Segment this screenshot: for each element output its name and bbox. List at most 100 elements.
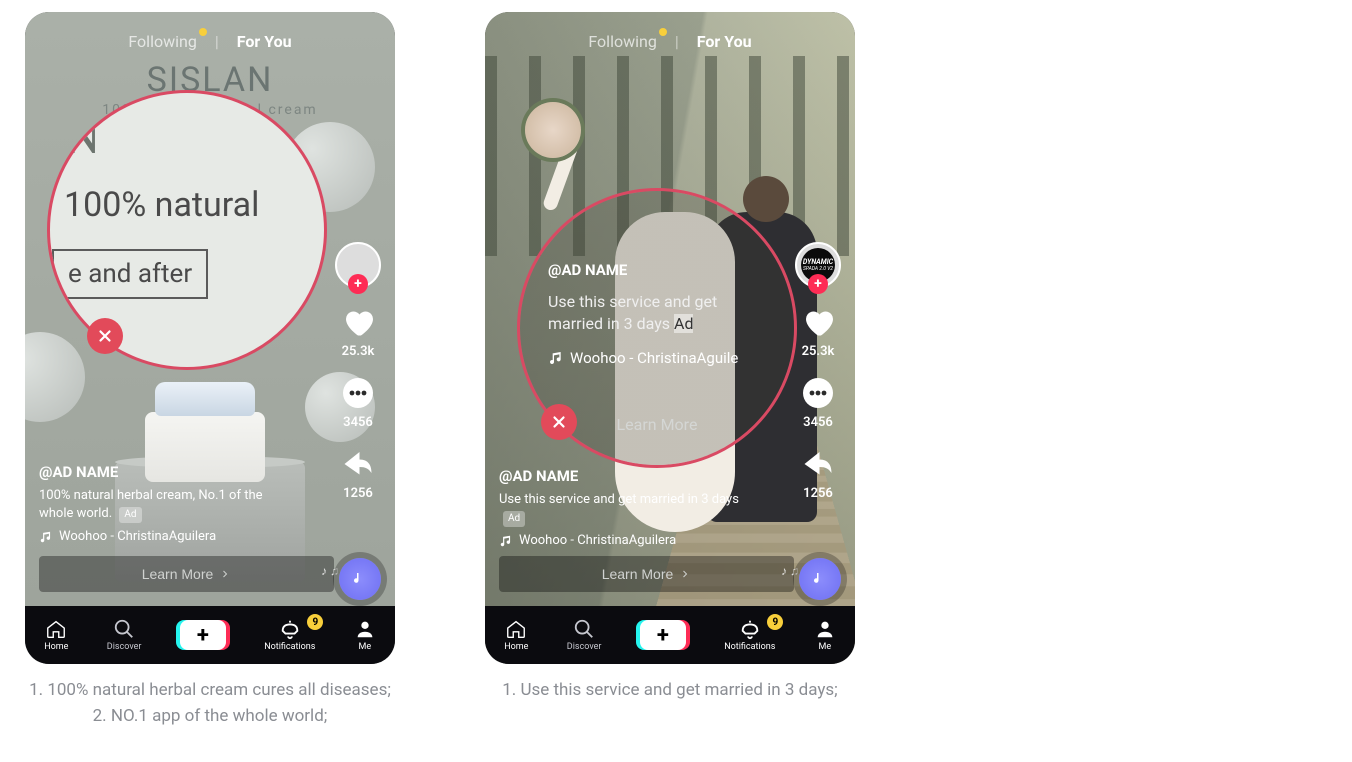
phone-mockup-1: SISLAN 100% natural herbal cream Followi… [25, 12, 395, 664]
chevron-right-icon [219, 568, 231, 580]
comment-count: 3456 [803, 415, 833, 430]
music-disc[interactable] [799, 558, 841, 600]
bouquet-decor [525, 102, 581, 158]
music-note-icon [351, 570, 369, 588]
action-rail: + 25.3k 3456 1256 [335, 242, 381, 501]
chevron-right-icon [679, 568, 691, 580]
floating-notes-icon: ♪ ♫ [321, 564, 339, 578]
tab-home[interactable]: Home [44, 618, 68, 652]
follow-plus-icon[interactable]: + [348, 274, 368, 294]
ad-name[interactable]: @AD NAME [39, 463, 299, 481]
like-count: 25.3k [802, 344, 835, 359]
tab-bar: Home Discover + Notifications 9 Me [25, 606, 395, 664]
top-nav: Following | For You [485, 32, 855, 51]
heart-icon [340, 304, 376, 340]
magnifier-close-button[interactable] [541, 404, 577, 440]
close-icon [96, 327, 114, 345]
mag-ad-name: @AD NAME [548, 261, 627, 279]
floating-notes-icon: ♪ ♫ [781, 564, 799, 578]
music-title: Woohoo - ChristinaAguilera [519, 533, 676, 548]
share-button[interactable]: 1256 [340, 446, 376, 501]
person-icon [814, 618, 836, 640]
share-count: 1256 [803, 486, 833, 501]
comment-count: 3456 [343, 415, 373, 430]
mag-partial-text: AN [47, 103, 101, 167]
search-icon [113, 618, 135, 640]
comment-icon [340, 375, 376, 411]
person-icon [354, 618, 376, 640]
ad-description: 100% natural herbal cream, No.1 of the w… [39, 487, 299, 523]
notification-dot-icon [659, 28, 667, 36]
video-caption: @AD NAME 100% natural herbal cream, No.1… [39, 463, 299, 544]
follow-plus-icon[interactable]: + [808, 274, 828, 294]
learn-more-button[interactable]: Learn More [499, 556, 794, 592]
music-row[interactable]: Woohoo - ChristinaAguilera [499, 533, 759, 548]
music-icon [548, 350, 564, 366]
cta-row: Learn More [499, 556, 794, 592]
share-icon [800, 446, 836, 482]
notification-icon [739, 618, 761, 640]
tab-discover[interactable]: Discover [567, 618, 602, 652]
plus-icon: + [197, 623, 209, 648]
comment-button[interactable]: 3456 [800, 375, 836, 430]
tab-notifications[interactable]: Notifications 9 [724, 618, 775, 652]
tab-me[interactable]: Me [354, 618, 376, 652]
music-note-icon [811, 570, 829, 588]
tab-for-you[interactable]: For You [697, 32, 752, 51]
mag-music-row: Woohoo - ChristinaAguile [548, 349, 738, 367]
notification-badge: 9 [767, 614, 783, 630]
top-nav: Following | For You [25, 32, 395, 51]
tab-bar: Home Discover + Notifications 9 Me [485, 606, 855, 664]
nav-separator: | [675, 32, 679, 51]
tab-notifications[interactable]: Notifications 9 [264, 618, 315, 652]
comment-button[interactable]: 3456 [340, 375, 376, 430]
example-caption-1: 1. 100% natural herbal cream cures all d… [20, 678, 400, 729]
share-button[interactable]: 1256 [800, 446, 836, 501]
ad-name[interactable]: @AD NAME [499, 467, 759, 485]
ad-tag: Ad [674, 314, 693, 333]
mag-learn-more: Learn More [617, 415, 698, 434]
close-icon [550, 413, 568, 431]
comment-icon [800, 375, 836, 411]
phone-mockup-2: Following | For You @AD NAME Use this se… [485, 12, 855, 664]
like-button[interactable]: 25.3k [800, 304, 836, 359]
heart-icon [800, 304, 836, 340]
create-button[interactable]: + [640, 620, 686, 650]
home-icon [45, 618, 67, 640]
ad-tag: Ad [503, 511, 525, 527]
mag-line-1: 100% natural [64, 185, 259, 225]
tab-discover[interactable]: Discover [107, 618, 142, 652]
sphere-decor [25, 332, 85, 422]
home-icon [505, 618, 527, 640]
nav-separator: | [215, 32, 219, 51]
search-icon [573, 618, 595, 640]
like-button[interactable]: 25.3k [340, 304, 376, 359]
share-count: 1256 [343, 486, 373, 501]
tab-home[interactable]: Home [504, 618, 528, 652]
music-disc[interactable] [339, 558, 381, 600]
magnifier-close-button[interactable] [87, 318, 123, 354]
plus-icon: + [657, 623, 669, 648]
ad-description: Use this service and get married in 3 da… [499, 491, 759, 527]
video-caption: @AD NAME Use this service and get marrie… [499, 467, 759, 548]
creator-avatar[interactable]: + [335, 242, 381, 288]
music-row[interactable]: Woohoo - ChristinaAguilera [39, 529, 299, 544]
action-rail: DYNAMIC SPADA 2.0 V2 + 25.3k 3456 1256 [795, 242, 841, 501]
share-icon [340, 446, 376, 482]
tab-following[interactable]: Following [588, 32, 656, 51]
like-count: 25.3k [342, 344, 375, 359]
ad-tag: Ad [119, 507, 141, 523]
creator-avatar[interactable]: DYNAMIC SPADA 2.0 V2 + [795, 242, 841, 288]
notification-icon [279, 618, 301, 640]
mag-ad-desc: Use this service and get married in 3 da… [548, 291, 768, 336]
learn-more-button[interactable]: Learn More [39, 556, 334, 592]
tab-following[interactable]: Following [128, 32, 196, 51]
mag-boxed-text: e and after [52, 249, 208, 299]
create-button[interactable]: + [180, 620, 226, 650]
music-icon [39, 530, 53, 544]
notification-dot-icon [199, 28, 207, 36]
tab-me[interactable]: Me [814, 618, 836, 652]
music-icon [499, 534, 513, 548]
example-caption-2: 1. Use this service and get married in 3… [480, 678, 860, 704]
tab-for-you[interactable]: For You [237, 32, 292, 51]
